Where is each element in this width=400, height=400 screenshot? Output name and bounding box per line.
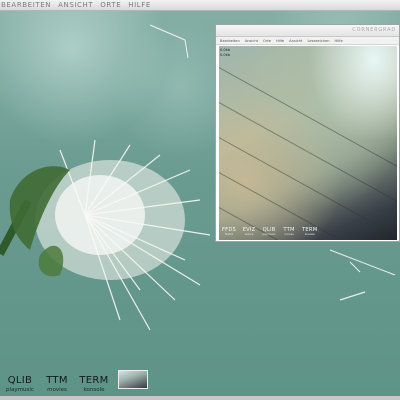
window-dock-firefox[interactable]: FFDS firefox <box>222 227 236 236</box>
dock-name: movies <box>284 233 294 236</box>
launcher-abbr: TTM <box>46 375 68 386</box>
window-titlebar[interactable]: CORNERGRAD <box>216 25 399 37</box>
window-dock: FFDS firefox EVIZ evince QLIB playmusic … <box>222 227 317 236</box>
launcher-movies[interactable]: TTM movies <box>37 375 77 394</box>
image-info: 0.0kb 0.0kb <box>220 48 230 58</box>
window-menu-item[interactable]: Lesezeichen <box>307 39 329 43</box>
menu-hilfe[interactable]: Hilfe <box>128 1 151 9</box>
launcher-abbr: QLIB <box>7 375 33 386</box>
menu-bearbeiten[interactable]: Bearbeiten <box>1 1 51 9</box>
window-menu-item[interactable]: Ansicht <box>289 39 302 43</box>
desktop-menubar: Bearbeiten Ansicht Orte Hilfe <box>0 0 400 11</box>
bottom-panel <box>0 396 400 400</box>
window-title: CORNERGRAD <box>352 27 396 33</box>
launcher-name: konsole <box>83 387 105 393</box>
window-menu-item[interactable]: Ansicht <box>245 39 258 43</box>
window-dock-playmusic[interactable]: QLIB playmusic <box>262 227 276 236</box>
window-dock-konsole[interactable]: TERM konsole <box>302 227 317 236</box>
window-dock-movies[interactable]: TTM movies <box>282 227 296 236</box>
window-thumbnail[interactable] <box>118 370 148 389</box>
window-menu-item[interactable]: Bearbeiten <box>220 39 240 43</box>
launcher-name: movies <box>47 387 67 393</box>
launcher-name: playmusic <box>6 387 34 393</box>
window-menu-item[interactable]: Hilfe <box>335 39 343 43</box>
image-info-line: 0.0kb <box>220 53 231 57</box>
window-dock-evince[interactable]: EVIZ evince <box>242 227 256 236</box>
dock-name: playmusic <box>262 233 276 236</box>
launcher-abbr: TERM <box>79 375 109 386</box>
dock-name: firefox <box>224 233 234 236</box>
window-menu-item[interactable]: Orte <box>263 39 271 43</box>
image-viewer-window[interactable]: CORNERGRAD Bearbeiten Ansicht Orte Hilfe… <box>215 24 400 242</box>
image-canvas[interactable]: 0.0kb 0.0kb FFDS firefox EVIZ evince QLI… <box>219 46 397 240</box>
window-menu-item[interactable]: Hilfe <box>276 39 284 43</box>
dock-name: evince <box>244 233 254 236</box>
launcher-konsole[interactable]: TERM konsole <box>74 375 114 394</box>
window-menubar: Bearbeiten Ansicht Orte Hilfe Ansicht Le… <box>216 37 399 45</box>
menu-orte[interactable]: Orte <box>100 1 121 9</box>
dock-name: konsole <box>304 233 315 236</box>
launcher-playmusic[interactable]: QLIB playmusic <box>0 375 40 394</box>
menu-ansicht[interactable]: Ansicht <box>58 1 93 9</box>
